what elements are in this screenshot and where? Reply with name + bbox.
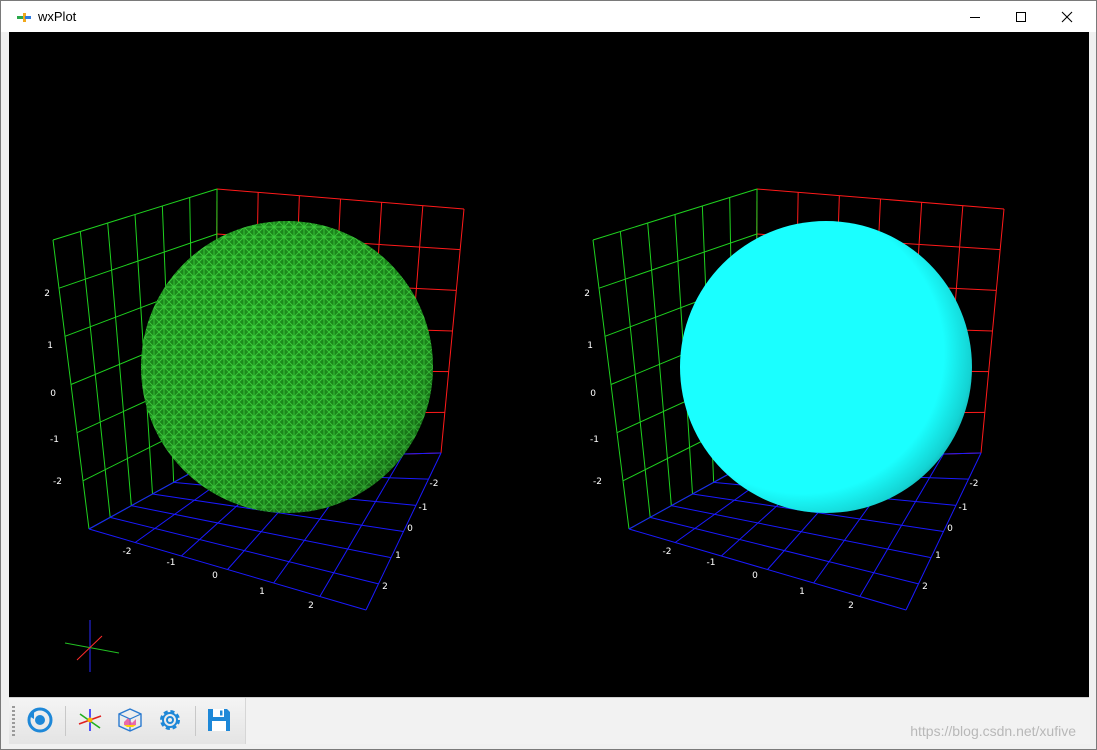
- toolbar-separator: [65, 706, 66, 736]
- x-tick-label: -2: [123, 547, 132, 557]
- y-tick-label: 1: [395, 551, 401, 561]
- window-title: wxPlot: [38, 9, 77, 24]
- y-tick-label: -2: [970, 479, 979, 489]
- x-tick-label: -1: [707, 558, 716, 568]
- x-tick-label: -2: [663, 547, 672, 557]
- app-window: wxPlot 2 1 0 -1 -2 -2 -1 0 1 2 -2 -1 0 1…: [0, 0, 1097, 750]
- y-tick-label: -1: [419, 503, 428, 513]
- toolbar-grip[interactable]: [12, 706, 15, 736]
- gear-icon: [160, 710, 180, 730]
- z-tick-label: 0: [50, 389, 56, 399]
- y-tick-label: -1: [959, 503, 968, 513]
- orientation-axes-icon: [64, 620, 120, 672]
- y-tick-label: 2: [922, 582, 928, 592]
- close-icon: [1061, 11, 1073, 22]
- z-tick-label: -1: [50, 435, 59, 445]
- plot-wireframe-sphere: 2 1 0 -1 -2 -2 -1 0 1 2 -2 -1 0 1 2: [44, 188, 465, 611]
- maximize-button[interactable]: [998, 1, 1044, 32]
- cube-icon: [118, 708, 142, 732]
- rotate-view-button[interactable]: [25, 705, 55, 735]
- y-tick-label: -2: [430, 479, 439, 489]
- axes-button[interactable]: [75, 705, 105, 735]
- x-tick-label: 0: [212, 571, 218, 581]
- minimize-button[interactable]: [952, 1, 998, 32]
- y-tick-label: 0: [947, 524, 953, 534]
- watermark-text: https://blog.csdn.net/xufive: [910, 723, 1076, 739]
- rotate-icon: [27, 707, 53, 733]
- x-tick-label: 1: [799, 587, 805, 597]
- y-tick-label: 0: [407, 524, 413, 534]
- x-tick-label: -1: [167, 558, 176, 568]
- title-bar[interactable]: wxPlot: [1, 1, 1096, 32]
- toolbar-empty-area: https://blog.csdn.net/xufive: [245, 698, 1090, 744]
- close-button[interactable]: [1044, 1, 1090, 32]
- x-tick-label: 0: [752, 571, 758, 581]
- z-tick-label: 2: [44, 289, 50, 299]
- z-tick-label: 1: [47, 341, 53, 351]
- plot-canvas[interactable]: 2 1 0 -1 -2 -2 -1 0 1 2 -2 -1 0 1 2 2 1 0 -1 -2 -2 -1 0 1 2 -2 -1…: [9, 32, 1089, 697]
- surface-sphere: [680, 221, 972, 513]
- y-tick-label: 2: [382, 582, 388, 592]
- maximize-icon: [1016, 11, 1026, 22]
- x-tick-label: 1: [259, 587, 265, 597]
- minimize-icon: [970, 16, 980, 18]
- z-tick-label: 1: [587, 341, 593, 351]
- settings-button[interactable]: [155, 705, 185, 735]
- toolbar-separator: [195, 706, 196, 736]
- y-tick-label: 1: [935, 551, 941, 561]
- x-tick-label: 2: [848, 601, 854, 611]
- z-tick-label: 2: [584, 289, 590, 299]
- grid-line-side-wall: [52, 188, 218, 241]
- toolbar: https://blog.csdn.net/xufive: [9, 697, 1090, 744]
- x-tick-label: 2: [308, 601, 314, 611]
- plot-scene: 2 1 0 -1 -2 -2 -1 0 1 2 -2 -1 0 1 2 2 1 0 -1 -2 -2 -1 0 1 2 -2 -1…: [44, 188, 1005, 672]
- z-tick-label: -2: [593, 477, 602, 487]
- grid-line-side-wall: [592, 188, 758, 241]
- z-tick-label: -1: [590, 435, 599, 445]
- box-view-button[interactable]: [115, 705, 145, 735]
- save-button[interactable]: [204, 705, 234, 735]
- plot-surface-sphere: 2 1 0 -1 -2 -2 -1 0 1 2 -2 -1 0 1 2: [584, 188, 1005, 611]
- save-icon: [208, 709, 230, 731]
- z-tick-label: -2: [53, 477, 62, 487]
- z-tick-label: 0: [590, 389, 596, 399]
- sphere-shading: [141, 221, 433, 513]
- app-logo-icon: [17, 13, 31, 22]
- axes-icon: [78, 709, 102, 731]
